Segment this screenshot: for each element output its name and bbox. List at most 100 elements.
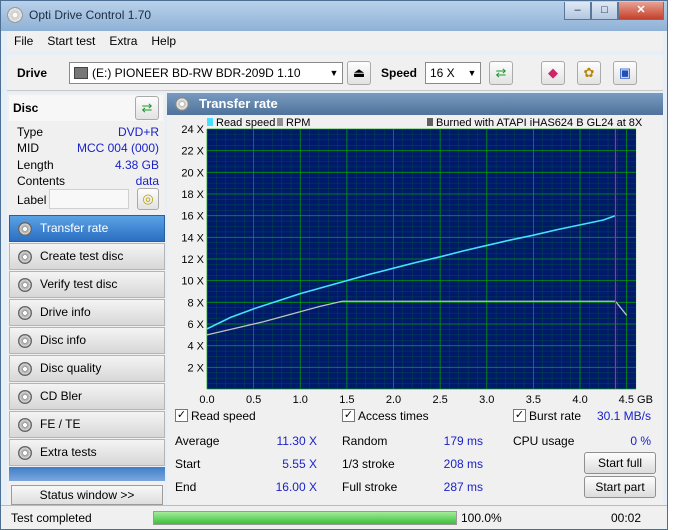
drive-label: Drive xyxy=(17,66,48,80)
refresh-button[interactable]: ⇄ xyxy=(489,61,513,85)
disc-icon xyxy=(175,97,189,111)
disc-length-key: Length xyxy=(17,158,54,172)
main-header: Transfer rate xyxy=(167,93,663,115)
cpu-usage-value: 0 % xyxy=(630,434,651,448)
nav-create-test-disc[interactable]: Create test disc xyxy=(9,243,165,270)
disc-icon xyxy=(18,222,32,236)
average-value: 11.30 X xyxy=(276,434,317,448)
x-tick-label: 4.0 xyxy=(572,394,587,405)
y-tick-label: 22 X xyxy=(181,146,204,158)
random-label: Random xyxy=(342,434,388,448)
speed-select[interactable]: 16 X ▼ xyxy=(425,62,481,84)
x-tick-label: 0.0 xyxy=(199,394,214,405)
toolbar: Drive (E:) PIONEER BD-RW BDR-209D 1.10 ▼… xyxy=(7,55,663,91)
main-window: Opti Drive Control 1.70 – □ ✕ File Start … xyxy=(0,0,668,530)
elapsed-time: 00:02 xyxy=(611,511,642,525)
average-label: Average xyxy=(175,434,220,448)
speed-select-value: 16 X xyxy=(430,66,455,80)
disc-icon xyxy=(18,250,32,264)
burst-rate-value: 30.1 MB/s xyxy=(596,409,651,423)
save-button[interactable]: ▣ xyxy=(613,61,637,85)
burst-rate-checkbox[interactable]: ✓ xyxy=(513,409,526,422)
x-tick-label: 1.5 xyxy=(339,394,354,405)
y-tick-label: 4 X xyxy=(187,341,204,353)
nav-label: Disc quality xyxy=(40,361,102,375)
legend-rpm: RPM xyxy=(286,117,310,129)
disc-icon xyxy=(18,278,32,292)
title-bar[interactable]: Opti Drive Control 1.70 – □ ✕ xyxy=(1,1,667,31)
main-title: Transfer rate xyxy=(199,96,278,111)
nav-label: Verify test disc xyxy=(40,277,118,291)
disc-header-label: Disc xyxy=(13,101,39,115)
nav-disc-quality[interactable]: Disc quality xyxy=(9,355,165,382)
nav-label: Disc info xyxy=(40,333,87,347)
settings-button[interactable]: ✿ xyxy=(577,61,601,85)
x-tick-label: 4.5 GB xyxy=(619,394,653,405)
nav-fe-te[interactable]: FE / TE xyxy=(9,411,165,438)
menu-start-test[interactable]: Start test xyxy=(40,31,102,51)
read-speed-label: Read speed xyxy=(191,409,256,423)
drive-select-value: (E:) PIONEER BD-RW BDR-209D 1.10 xyxy=(92,66,301,80)
nav-verify-test-disc[interactable]: Verify test disc xyxy=(9,271,165,298)
minimize-button[interactable]: – xyxy=(564,2,591,20)
eject-button[interactable]: ⏏ xyxy=(347,61,371,85)
y-tick-label: 8 X xyxy=(187,297,204,309)
progress-bar xyxy=(153,511,457,525)
x-tick-label: 1.0 xyxy=(293,394,308,405)
x-tick-label: 3.0 xyxy=(479,394,494,405)
access-times-checkbox[interactable]: ✓ xyxy=(342,409,355,422)
disc-icon xyxy=(18,362,32,376)
main-panel: Transfer rate Read speed RPM Burned with A… xyxy=(167,93,663,505)
status-bar: Test completed 100.0% 00:02 xyxy=(1,505,667,529)
y-tick-label: 6 X xyxy=(187,319,204,331)
nav-label: Drive info xyxy=(40,305,91,319)
status-text: Test completed xyxy=(11,511,92,525)
y-tick-label: 18 X xyxy=(181,189,204,201)
disc-type-value: DVD+R xyxy=(117,125,159,139)
x-tick-label: 2.5 xyxy=(433,394,448,405)
window-title: Opti Drive Control 1.70 xyxy=(29,8,152,22)
read-speed-checkbox[interactable]: ✓ xyxy=(175,409,188,422)
y-tick-label: 14 X xyxy=(181,232,204,244)
y-tick-label: 2 X xyxy=(187,362,204,374)
y-tick-label: 10 X xyxy=(181,276,204,288)
disc-contents-value: data xyxy=(135,174,159,188)
close-button[interactable]: ✕ xyxy=(618,2,664,20)
disc-icon xyxy=(18,390,32,404)
x-tick-label: 2.0 xyxy=(386,394,401,405)
status-window-button[interactable]: Status window >> xyxy=(11,485,163,505)
disc-label-field[interactable] xyxy=(49,189,129,209)
disc-label-button[interactable]: ◎ xyxy=(137,188,159,210)
one-third-stroke-label: 1/3 stroke xyxy=(342,457,395,471)
disc-icon xyxy=(18,418,32,432)
nav-cd-bler[interactable]: CD Bler xyxy=(9,383,165,410)
sidebar: Disc ⇄ Type DVD+R MID MCC 004 (000) Leng… xyxy=(7,93,165,505)
nav-transfer-rate[interactable]: Transfer rate xyxy=(9,215,165,242)
transfer-rate-chart: Read speed RPM Burned with ATAPI iHAS624 B… xyxy=(181,117,653,405)
drive-select[interactable]: (E:) PIONEER BD-RW BDR-209D 1.10 ▼ xyxy=(69,62,343,84)
menu-extra[interactable]: Extra xyxy=(102,31,144,51)
erase-button[interactable]: ◆ xyxy=(541,61,565,85)
progress-fill xyxy=(154,512,456,524)
start-full-button[interactable]: Start full xyxy=(584,452,656,474)
disc-refresh-button[interactable]: ⇄ xyxy=(135,96,159,120)
nav-label: Extra tests xyxy=(40,445,97,459)
nav-extra-tests[interactable]: Extra tests xyxy=(9,439,165,466)
x-tick-label: 0.5 xyxy=(246,394,261,405)
start-part-button[interactable]: Start part xyxy=(584,476,656,498)
legend-swatch-read-speed xyxy=(207,118,213,126)
menu-help[interactable]: Help xyxy=(144,31,183,51)
y-tick-label: 24 X xyxy=(181,124,204,136)
menu-file[interactable]: File xyxy=(7,31,40,51)
disc-mid-key: MID xyxy=(17,141,39,155)
maximize-button[interactable]: □ xyxy=(591,2,618,20)
one-third-stroke-value: 208 ms xyxy=(443,457,483,471)
start-value: 5.55 X xyxy=(282,457,317,471)
nav-drive-info[interactable]: Drive info xyxy=(9,299,165,326)
nav-disc-info[interactable]: Disc info xyxy=(9,327,165,354)
nav-label: Transfer rate xyxy=(40,221,109,235)
disc-contents-key: Contents xyxy=(17,174,66,188)
random-value: 179 ms xyxy=(443,434,483,448)
legend-swatch-rpm xyxy=(277,118,283,126)
end-value: 16.00 X xyxy=(275,480,317,494)
